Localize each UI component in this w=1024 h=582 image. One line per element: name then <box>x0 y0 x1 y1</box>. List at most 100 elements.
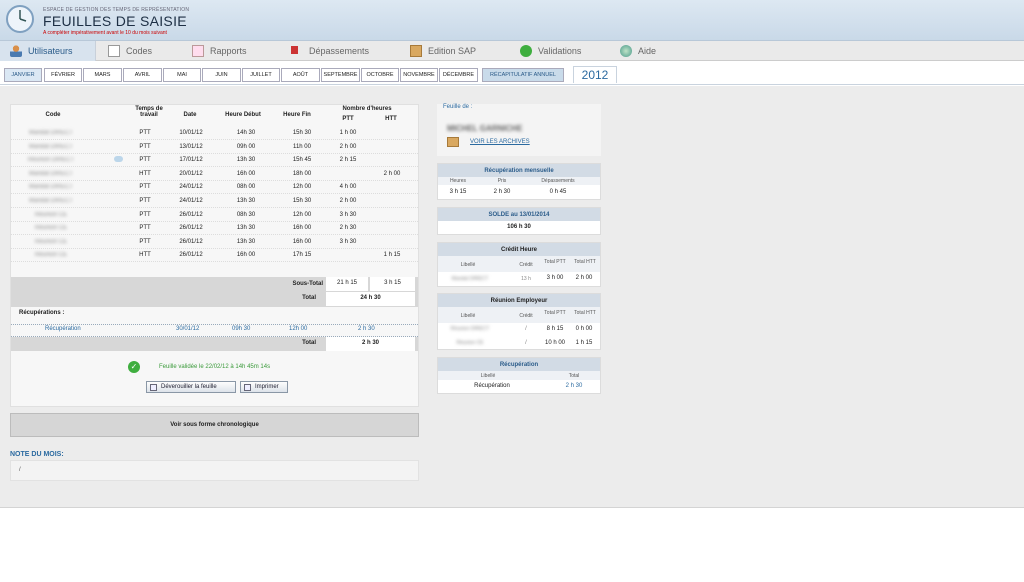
table-row[interactable]: Mandat DIRECT HTT 20/01/12 16h 00 18h 00 2 h … <box>11 167 418 181</box>
comment-icon[interactable] <box>114 156 123 163</box>
reunion-row-credit: / <box>525 340 527 346</box>
cell-temps: PTT <box>139 130 151 136</box>
archive-box-icon <box>447 137 459 147</box>
recup-title: Récupérations : <box>19 310 65 316</box>
cell-fin: 16h 00 <box>292 225 312 232</box>
archives-link[interactable]: VOIR LES ARCHIVES <box>470 139 530 145</box>
menu-item-depassements[interactable]: Dépassements <box>291 41 401 61</box>
note-content[interactable]: / <box>10 460 419 481</box>
table-row[interactable]: Mandat DIRECT PTT 13/01/12 09h 00 11h 00 2 h … <box>11 140 418 154</box>
cell-date: 24/01/12 <box>179 184 203 191</box>
edit-icon <box>108 45 120 57</box>
cell-htt: 2 h 00 <box>383 170 401 177</box>
table-row[interactable]: Réunion CE HTT 26/01/12 16h 00 17h 15 1 h 15 <box>11 248 418 263</box>
unlock-sheet-button[interactable]: Déverouiller la feuille <box>146 381 236 393</box>
cell-ptt: 4 h 00 <box>339 184 357 191</box>
menu-label: Rapports <box>210 46 247 56</box>
col-header-fin: Heure Fin <box>283 112 311 118</box>
cell-fin: 12h 00 <box>292 211 312 218</box>
cell-ptt: 2 h 15 <box>339 157 357 164</box>
year-selector[interactable]: 2012 <box>573 66 617 83</box>
col-header-ptt: PTT <box>342 116 354 122</box>
cell-ptt: 2 h 00 <box>339 143 357 150</box>
cell-date: 26/01/12 <box>179 252 203 259</box>
col-header-code: Code <box>45 112 61 118</box>
table-row[interactable]: Mandat DIRECT PTT 10/01/12 14h 30 15h 30 1 h … <box>11 126 418 140</box>
cell-date: 26/01/12 <box>179 225 203 232</box>
cell-temps: HTT <box>139 170 151 177</box>
solde-box: SOLDE au 13/01/2014 106 h 30 <box>437 207 601 235</box>
tab-aout[interactable]: AOÛT <box>281 68 320 82</box>
feuille-label: Feuille de : <box>443 104 473 110</box>
tab-mars[interactable]: MARS <box>83 68 122 82</box>
cell-code: Réunion CE <box>34 211 68 218</box>
box-icon <box>410 45 422 57</box>
help-icon <box>620 45 632 57</box>
recuperation-box: Récupération Libellé Total Récupération … <box>437 357 601 394</box>
menu-item-utilisateurs[interactable]: Utilisateurs <box>0 41 96 61</box>
cell-fin: 15h 30 <box>292 198 312 204</box>
col-header-nombre: Nombre d'heures <box>342 106 392 112</box>
menu-label: Dépassements <box>309 46 370 56</box>
table-row[interactable]: Mandat DIRECT PTT 24/01/12 08h 00 12h 00 4 h … <box>11 180 418 195</box>
tab-juin[interactable]: JUIN <box>202 68 241 82</box>
tab-janvier[interactable]: JANVIER <box>4 68 42 82</box>
menu-item-aide[interactable]: Aide <box>620 41 680 61</box>
note-title: NOTE DU MOIS: <box>10 451 64 458</box>
flag-icon <box>291 45 303 54</box>
cell-debut: 13h 30 <box>236 157 256 164</box>
credit-row-libelle: Mandat DIRECT <box>451 276 489 282</box>
recuperation-row-libelle: Récupération <box>474 383 510 389</box>
menu-item-codes[interactable]: Codes <box>108 41 198 61</box>
cell-temps: PTT <box>139 225 151 232</box>
tab-decembre[interactable]: DÉCEMBRE <box>439 68 478 82</box>
table-row[interactable]: Mandat DIRECT PTT 24/01/12 13h 30 15h 30 2 h … <box>11 194 418 208</box>
tab-recapitulatif[interactable]: RÉCAPITULATIF ANNUEL <box>482 68 564 82</box>
solde-value: 106 h 30 <box>507 224 531 230</box>
recup-mensuelle-title: Récupération mensuelle <box>438 164 600 177</box>
table-row[interactable]: Réunion DIRECT PTT 17/01/12 13h 30 15h 45 2 h… <box>11 153 418 168</box>
recup-row-label: Récupération <box>45 326 81 332</box>
cell-ptt: 3 h 30 <box>339 238 357 245</box>
tab-juillet[interactable]: JUILLET <box>242 68 280 82</box>
credit-h-credit: Crédit <box>519 262 533 268</box>
recup-row-fin: 12h 00 <box>289 326 308 332</box>
report-icon <box>192 45 204 57</box>
menu-item-edition-sap[interactable]: Edition SAP <box>410 41 510 61</box>
cell-date: 24/01/12 <box>179 198 203 204</box>
table-row[interactable]: Réunion CE PTT 26/01/12 08h 30 12h 00 3 h 30 <box>11 208 418 222</box>
menu-label: Aide <box>638 46 657 56</box>
cell-fin: 17h 15 <box>292 252 312 259</box>
tab-octobre[interactable]: OCTOBRE <box>361 68 399 82</box>
cell-date: 26/01/12 <box>179 211 203 218</box>
recuperation-h-libelle: Libellé <box>480 373 496 379</box>
cell-debut: 13h 30 <box>236 225 256 232</box>
table-row[interactable]: Réunion CE PTT 26/01/12 13h 30 16h 00 3 h 30 <box>11 235 418 249</box>
cell-temps: PTT <box>139 198 151 204</box>
menu-item-rapports[interactable]: Rapports <box>192 41 292 61</box>
tab-novembre[interactable]: NOVEMBRE <box>400 68 438 82</box>
reunion-row-credit: / <box>525 326 527 332</box>
menu-item-validations[interactable]: Validations <box>520 41 620 61</box>
cell-code: Mandat DIRECT <box>28 184 73 191</box>
cell-code: Mandat DIRECT <box>28 170 73 177</box>
tab-septembre[interactable]: SEPTEMBRE <box>321 68 360 82</box>
tab-avril[interactable]: AVRIL <box>123 68 162 82</box>
cell-temps: PTT <box>139 238 151 245</box>
chronological-view-button[interactable]: Voir sous forme chronologique <box>10 413 419 437</box>
cell-ptt: 3 h 30 <box>339 211 357 218</box>
cell-date: 26/01/12 <box>179 238 203 245</box>
reunion-employeur-title: Réunion Employeur <box>438 294 600 307</box>
print-button[interactable]: Imprimer <box>240 381 288 393</box>
tab-fevrier[interactable]: FÉVRIER <box>44 68 82 82</box>
header-notice: A compléter impérativement avant le 10 d… <box>43 30 167 36</box>
cell-date: 17/01/12 <box>179 157 203 164</box>
recuperation-title: Récupération <box>438 358 600 371</box>
tab-mai[interactable]: MAI <box>163 68 201 82</box>
total-label: Total <box>302 295 316 301</box>
cell-code: Mandat DIRECT <box>28 143 73 150</box>
cell-htt: 1 h 15 <box>383 252 401 259</box>
cell-date: 13/01/12 <box>179 143 203 150</box>
clock-logo-icon <box>6 5 34 33</box>
table-row[interactable]: Réunion CE PTT 26/01/12 13h 30 16h 00 2 h 30 <box>11 221 418 236</box>
